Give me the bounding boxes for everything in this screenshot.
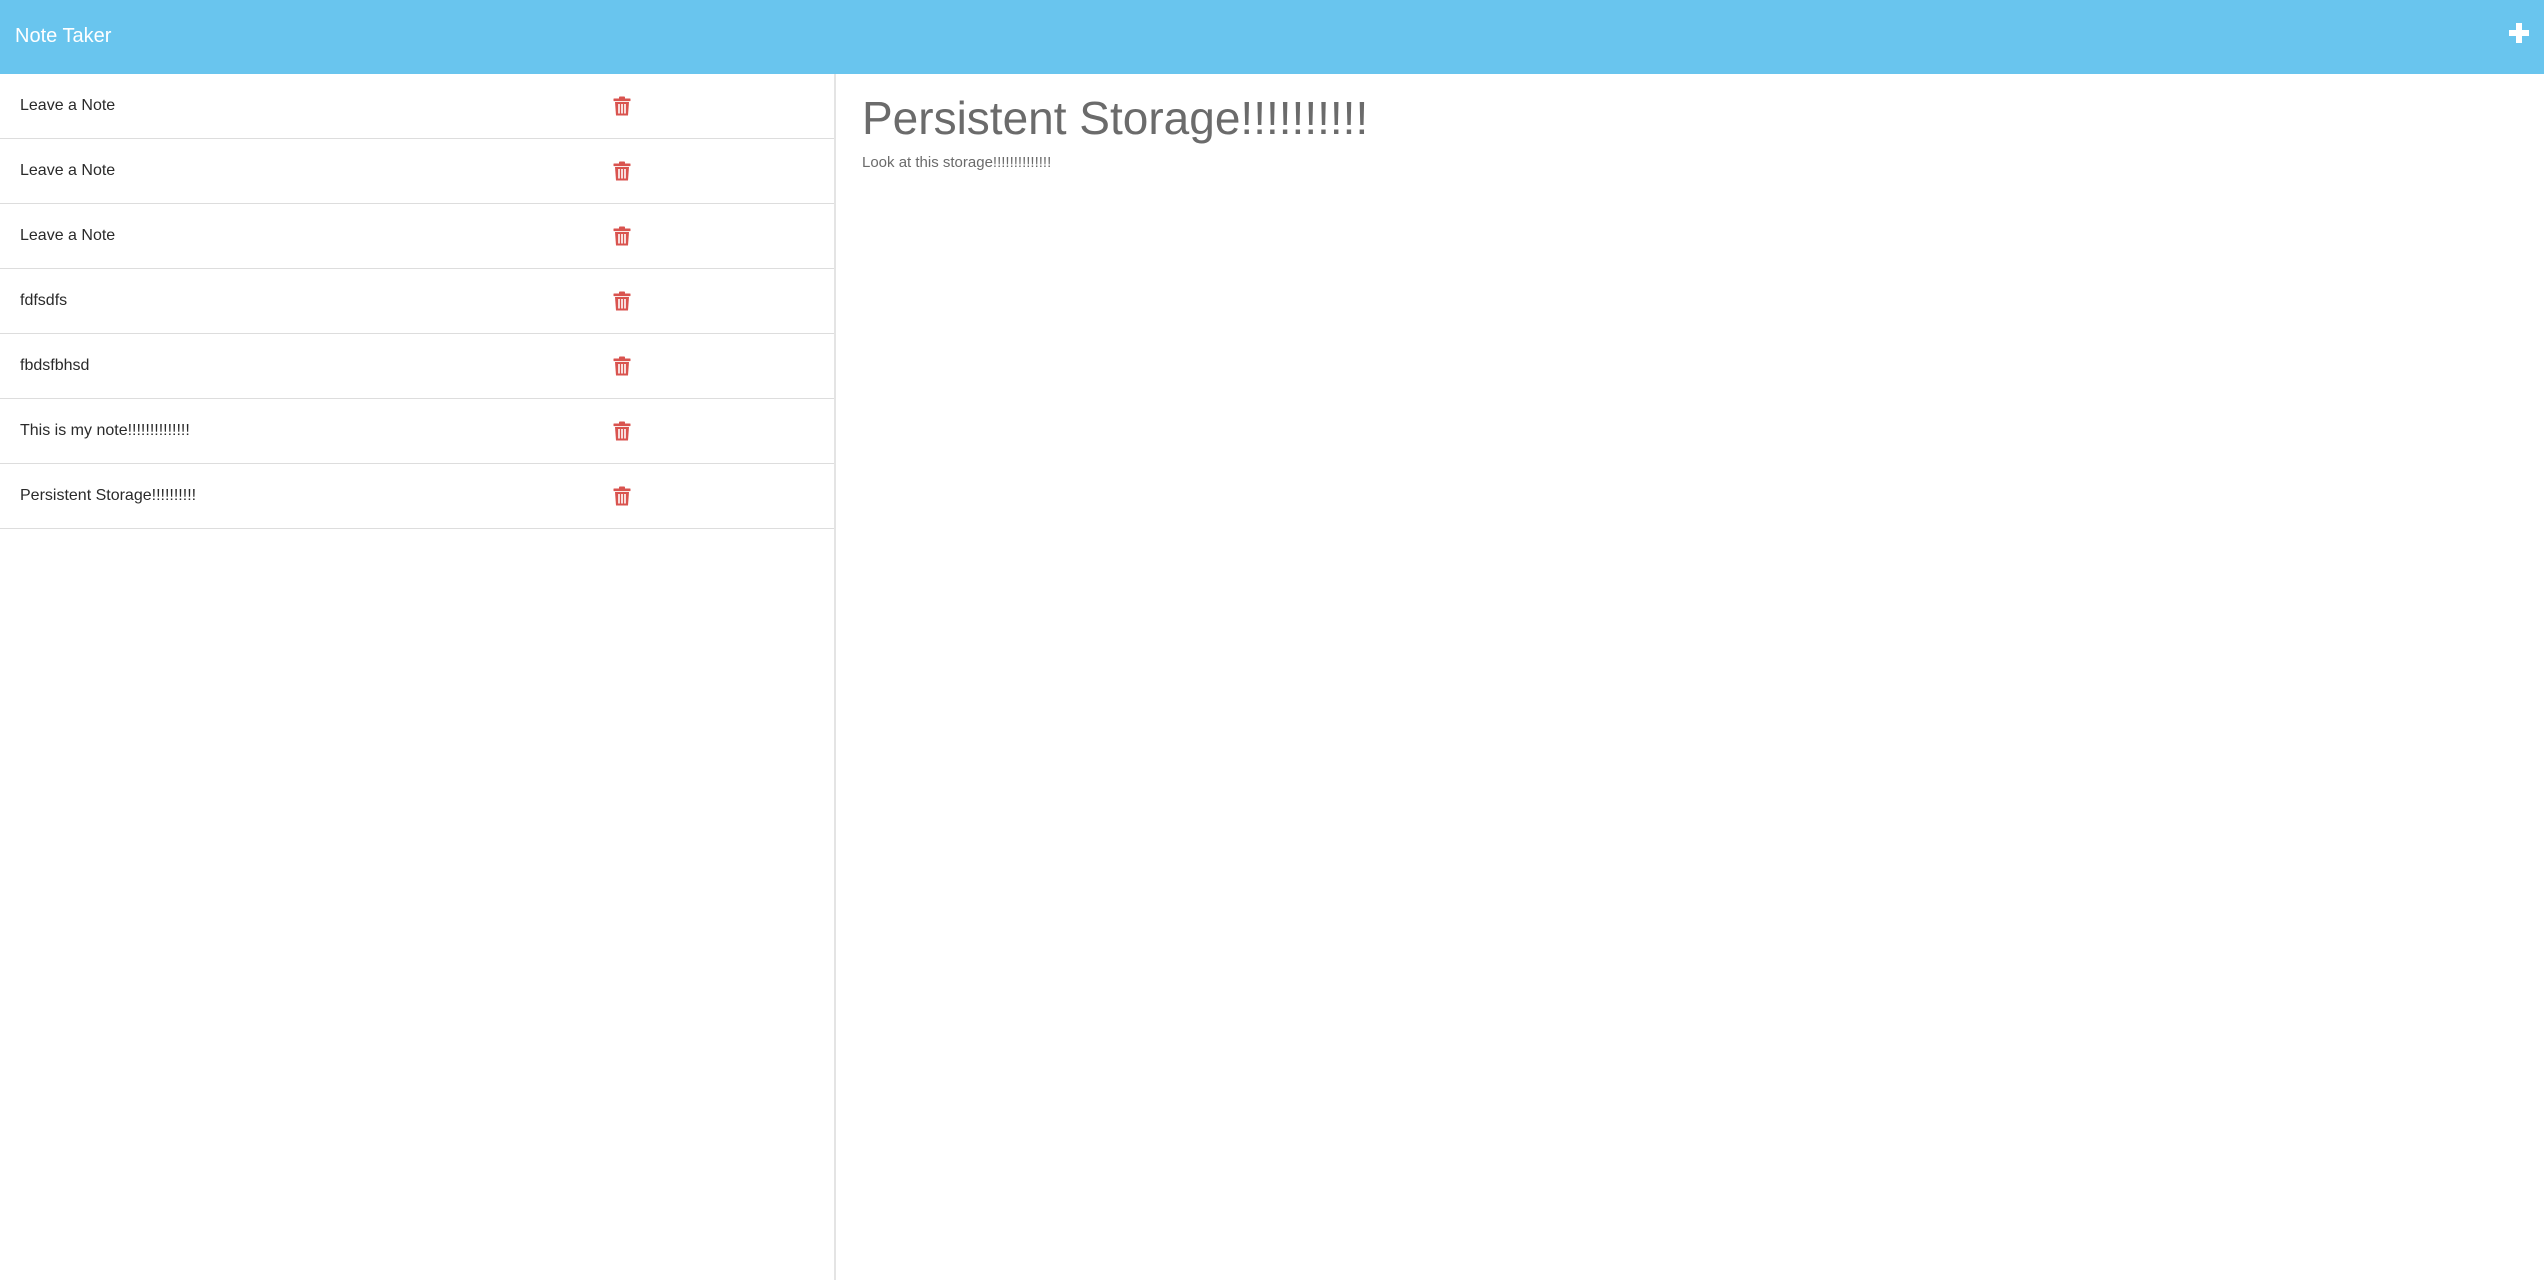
trash-icon (613, 356, 631, 376)
note-editor: Look at this storage!!!!!!!!!!!!!! (836, 74, 2544, 1280)
plus-icon (2509, 23, 2529, 43)
trash-icon (613, 226, 631, 246)
note-list-panel: Leave a Note Leave a Note Leave a Note f… (0, 74, 836, 1280)
note-title: Leave a Note (20, 227, 116, 244)
app-brand[interactable]: Note Taker (15, 0, 111, 74)
note-title: fdfsdfs (20, 292, 68, 309)
list-item[interactable]: This is my note!!!!!!!!!!!!!! (0, 399, 834, 464)
note-list: Leave a Note Leave a Note Leave a Note f… (0, 74, 834, 529)
trash-icon (613, 291, 631, 311)
trash-icon (613, 96, 631, 116)
delete-note-button[interactable] (613, 96, 631, 116)
new-note-button[interactable] (2506, 20, 2532, 46)
delete-note-button[interactable] (613, 161, 631, 181)
list-item[interactable]: Persistent Storage!!!!!!!!!! (0, 464, 834, 529)
list-item[interactable]: Leave a Note (0, 139, 834, 204)
trash-icon (613, 161, 631, 181)
note-title: Leave a Note (20, 162, 116, 179)
delete-note-button[interactable] (613, 291, 631, 311)
note-title: Persistent Storage!!!!!!!!!! (20, 487, 197, 504)
note-title-field[interactable] (861, 84, 2502, 152)
note-title: Leave a Note (20, 97, 116, 114)
delete-note-button[interactable] (613, 421, 631, 441)
note-body-field[interactable]: Look at this storage!!!!!!!!!!!!!! (861, 154, 2502, 1254)
navbar: Note Taker (0, 0, 2544, 74)
delete-note-button[interactable] (613, 486, 631, 506)
list-item[interactable]: fbdsfbhsd (0, 334, 834, 399)
list-item[interactable]: fdfsdfs (0, 269, 834, 334)
note-title: fbdsfbhsd (20, 357, 90, 374)
trash-icon (613, 421, 631, 441)
trash-icon (613, 486, 631, 506)
list-item[interactable]: Leave a Note (0, 74, 834, 139)
delete-note-button[interactable] (613, 226, 631, 246)
note-title: This is my note!!!!!!!!!!!!!! (20, 422, 190, 439)
list-item[interactable]: Leave a Note (0, 204, 834, 269)
delete-note-button[interactable] (613, 356, 631, 376)
